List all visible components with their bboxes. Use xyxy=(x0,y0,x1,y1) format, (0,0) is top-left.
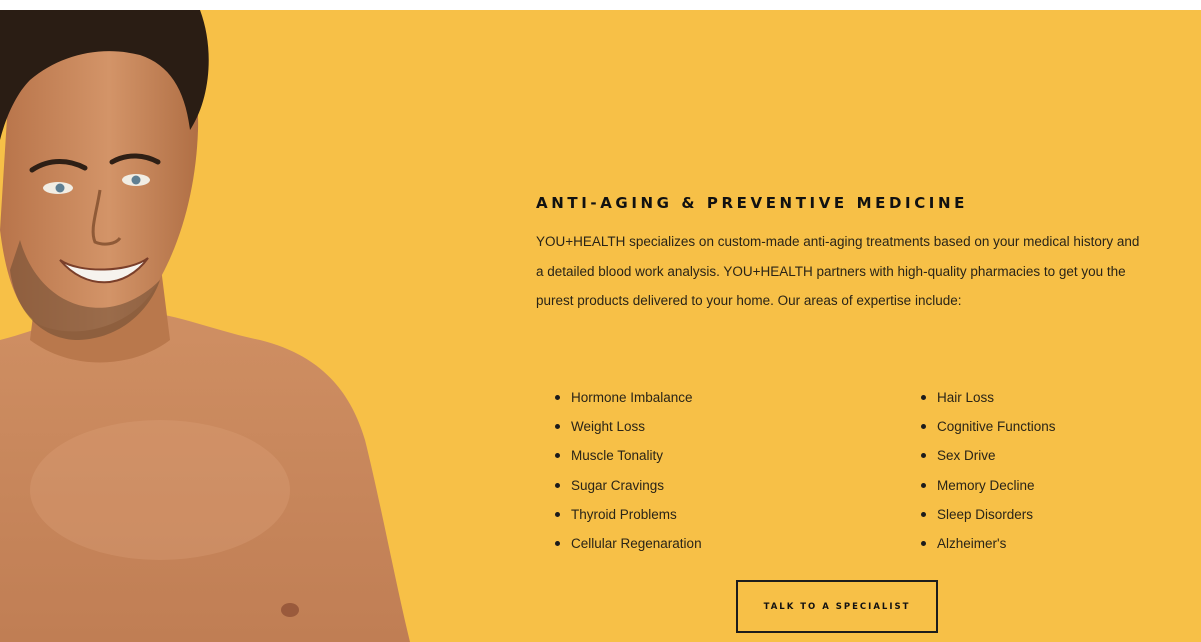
expertise-list-right: Hair Loss Cognitive Functions Sex Drive … xyxy=(919,383,1056,558)
list-item-label: Muscle Tonality xyxy=(571,448,664,464)
list-item-label: Thyroid Problems xyxy=(571,506,677,522)
bullet-icon xyxy=(921,482,926,488)
list-item-label: Hair Loss xyxy=(937,390,995,405)
content-block: ANTI-AGING & PREVENTIVE MEDICINE YOU+HEA… xyxy=(536,193,1166,551)
page: ANTI-AGING & PREVENTIVE MEDICINE YOU+HEA… xyxy=(0,0,1201,642)
anti-aging-section: ANTI-AGING & PREVENTIVE MEDICINE YOU+HEA… xyxy=(0,10,1201,642)
list-item: Weight Loss xyxy=(553,412,702,441)
list-item-label: Sex Drive xyxy=(937,448,996,464)
bullet-icon xyxy=(921,511,926,517)
list-item: Cellular Regenaration xyxy=(553,529,702,558)
list-item: Memory Decline xyxy=(919,471,1056,500)
list-item-label: Sleep Disorders xyxy=(937,506,1034,522)
talk-to-specialist-button[interactable]: TALK TO A SPECIALIST xyxy=(736,580,938,633)
bullet-icon xyxy=(555,511,560,517)
list-item-label: Hormone Imbalance xyxy=(571,390,693,405)
list-item-label: Alzheimer's xyxy=(937,536,1007,552)
intro-paragraph: YOU+HEALTH specializes on custom-made an… xyxy=(536,234,1140,308)
bullet-icon xyxy=(921,453,926,459)
list-item-label: Weight Loss xyxy=(571,419,646,435)
list-item: Muscle Tonality xyxy=(553,441,702,470)
list-item: Cognitive Functions xyxy=(919,412,1056,441)
list-item: Hormone Imbalance xyxy=(553,383,702,412)
bullet-icon xyxy=(555,395,560,400)
list-item: Sex Drive xyxy=(919,441,1056,470)
list-item-label: Cognitive Functions xyxy=(937,419,1056,435)
bullet-icon xyxy=(921,395,926,400)
list-item: Alzheimer's xyxy=(919,529,1056,558)
list-item: Hair Loss xyxy=(919,383,1056,412)
list-item-label: Sugar Cravings xyxy=(571,477,665,493)
list-item-label: Memory Decline xyxy=(937,477,1035,493)
section-heading: ANTI-AGING & PREVENTIVE MEDICINE xyxy=(536,194,968,212)
bullet-icon xyxy=(555,424,560,430)
bullet-icon xyxy=(555,482,560,488)
list-item-label: Cellular Regenaration xyxy=(571,536,702,552)
list-item: Sleep Disorders xyxy=(919,500,1056,529)
bullet-icon xyxy=(921,541,926,547)
bullet-icon xyxy=(921,424,926,430)
bullet-icon xyxy=(555,541,560,547)
portrait-image xyxy=(0,10,470,642)
expertise-lists: Hormone Imbalance Weight Loss Muscle Ton… xyxy=(553,383,1113,553)
bullet-icon xyxy=(555,453,560,459)
list-item: Sugar Cravings xyxy=(553,471,702,500)
expertise-list-left: Hormone Imbalance Weight Loss Muscle Ton… xyxy=(553,383,702,558)
list-item: Thyroid Problems xyxy=(553,500,702,529)
